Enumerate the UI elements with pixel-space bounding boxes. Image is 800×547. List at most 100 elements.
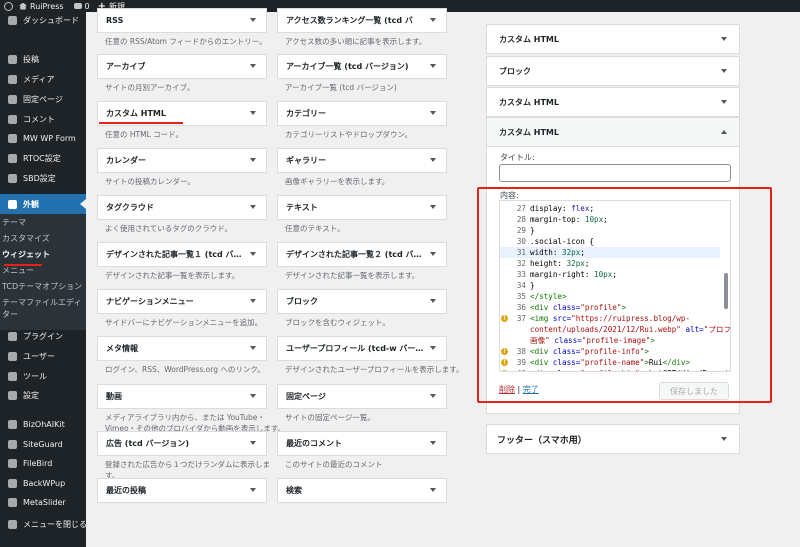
sidebar-item[interactable]: ユーザー (0, 346, 86, 366)
sidebar-item[interactable]: コメント (0, 109, 86, 129)
sidebar-item[interactable]: SiteGuard (0, 434, 86, 454)
sidebar-item[interactable]: BizOhAIKit (0, 414, 86, 434)
chevron-down-icon[interactable] (430, 18, 436, 22)
sidebar-widget-item[interactable]: ブロック (486, 56, 740, 86)
widget-title: メタ情報 (106, 344, 138, 353)
widget-item[interactable]: 最近のコメント (277, 431, 447, 456)
widget-description: アクセス数の多い順に記事を表示します。 (285, 37, 427, 46)
sidebar-item[interactable]: 固定ページ (0, 89, 86, 109)
chevron-down-icon[interactable] (250, 252, 256, 256)
sidebar-item[interactable]: 設定 (0, 385, 86, 405)
chevron-down-icon[interactable] (250, 299, 256, 303)
sidebar-item[interactable]: メニューを閉じる (0, 514, 87, 534)
backup-icon (8, 478, 17, 488)
submenu-item[interactable]: TCDテーマオプション (2, 280, 82, 294)
widget-item[interactable]: カテゴリー (277, 101, 447, 126)
done-link[interactable]: 完了 (523, 385, 539, 394)
delete-link[interactable]: 削除 (499, 385, 515, 394)
chevron-down-icon[interactable] (430, 64, 436, 68)
widget-item[interactable]: ナビゲーションメニュー (97, 289, 267, 314)
chevron-down-icon[interactable] (250, 158, 256, 162)
code-token: <div (530, 303, 553, 312)
chevron-down-icon[interactable] (430, 346, 436, 350)
widget-item[interactable]: アーカイブ一覧 (tcd バージョン) (277, 54, 447, 79)
submenu-item[interactable]: カスタマイズ (2, 232, 50, 246)
sidebar-item[interactable]: FileBird (0, 453, 86, 473)
sidebar-item[interactable]: 投稿 (0, 49, 86, 69)
brush-icon (8, 199, 17, 209)
code-editor[interactable]: 27 display: flex; 28 margin-top: 10px; 29 … (499, 200, 731, 372)
submenu-item[interactable]: メニュー (2, 264, 34, 278)
chevron-down-icon[interactable] (721, 37, 727, 41)
submenu-item[interactable]: ウィジェット (2, 248, 50, 262)
widget-item[interactable]: 広告 (tcd バージョン) (97, 431, 267, 456)
chevron-down-icon[interactable] (430, 488, 436, 492)
widget-title: 最近の投稿 (106, 486, 146, 495)
sidebar-item[interactable]: MetaSlider (0, 492, 86, 512)
chevron-down-icon[interactable] (721, 437, 727, 441)
sidebar-item[interactable]: RTOC設定 (0, 148, 86, 168)
code-token: class= (552, 358, 581, 367)
widget-item[interactable]: テキスト (277, 195, 447, 220)
widget-item[interactable]: タグクラウド (97, 195, 267, 220)
chevron-down-icon[interactable] (250, 394, 256, 398)
chevron-down-icon[interactable] (430, 111, 436, 115)
chevron-down-icon[interactable] (250, 205, 256, 209)
title-input[interactable] (499, 164, 731, 182)
admin-sidebar: テーマ カスタマイズ ウィジェット メニュー TCDテーマオプション テーマファイルエディ… (0, 10, 87, 547)
widget-item[interactable]: 最近の投稿 (97, 478, 267, 503)
chevron-down-icon[interactable] (250, 346, 256, 350)
sidebar-item[interactable]: ダッシュボード (0, 10, 86, 30)
chevron-down-icon[interactable] (430, 205, 436, 209)
sidebar-widget-item[interactable]: カスタム HTML (486, 117, 740, 147)
chevron-down-icon[interactable] (430, 441, 436, 445)
widget-item[interactable]: ユーザープロフィール (tcd-w バー… (277, 336, 447, 361)
editor-scrollbar[interactable] (724, 273, 728, 309)
sidebar-item[interactable]: プラグイン (0, 326, 86, 346)
sidebar-widget-item[interactable]: カスタム HTML (486, 87, 740, 117)
submenu-item[interactable]: テーマ (2, 216, 26, 230)
chevron-down-icon[interactable] (250, 441, 256, 445)
footer-smartphone-area[interactable]: フッター（スマホ用） (486, 424, 740, 454)
chevron-down-icon[interactable] (430, 394, 436, 398)
chevron-down-icon[interactable] (250, 18, 256, 22)
sidebar-item[interactable]: SBD設定 (0, 168, 86, 188)
chevron-down-icon[interactable] (250, 111, 256, 115)
sidebar-widget-item[interactable]: カスタム HTML (486, 24, 740, 54)
widget-title: デザインされた記事一覧２ (tcd バ… (286, 250, 422, 259)
sidebar-item-label: プラグイン (23, 331, 63, 341)
chevron-down-icon[interactable] (721, 100, 727, 104)
sidebar-item-label: メニューを閉じる (23, 519, 87, 529)
widget-item[interactable]: 検索 (277, 478, 447, 503)
chevron-down-icon[interactable] (430, 252, 436, 256)
widget-item[interactable]: アクセス数ランキング一覧 (tcd バ (277, 8, 447, 33)
sidebar-item[interactable]: BackWPup (0, 473, 86, 493)
widget-item[interactable]: RSS (97, 8, 267, 33)
chevron-up-icon[interactable] (721, 130, 727, 134)
code-token: } (530, 281, 535, 290)
chevron-down-icon[interactable] (250, 488, 256, 492)
code-text: content/uploads/2021/12/Rui.webp" alt="プ… (530, 324, 730, 335)
widget-item[interactable]: 動画 (97, 384, 267, 409)
code-token: <div (530, 358, 553, 367)
chevron-down-icon[interactable] (430, 158, 436, 162)
chevron-down-icon[interactable] (250, 64, 256, 68)
save-button[interactable]: 保存しました (659, 382, 729, 400)
media-icon (8, 74, 17, 84)
chevron-down-icon[interactable] (430, 299, 436, 303)
widget-item[interactable]: ギャラリー (277, 148, 447, 173)
chevron-down-icon[interactable] (721, 69, 727, 73)
widget-item[interactable]: ブロック (277, 289, 447, 314)
widget-item[interactable]: デザインされた記事一覧２ (tcd バ… (277, 242, 447, 267)
widget-item[interactable]: カレンダー (97, 148, 267, 173)
sidebar-item[interactable]: メディア (0, 69, 86, 89)
widget-item[interactable]: デザインされた記事一覧１ (tcd バ… (97, 242, 267, 267)
sidebar-item[interactable]: MW WP Form (0, 128, 86, 148)
widget-item[interactable]: 固定ページ (277, 384, 447, 409)
widget-item[interactable]: メタ情報 (97, 336, 267, 361)
sidebar-item[interactable]: ツール (0, 366, 86, 386)
sidebar-item[interactable]: 外観 (0, 194, 86, 214)
widget-item[interactable]: アーカイブ (97, 54, 267, 79)
annotation-underline (4, 264, 42, 266)
code-token: flex (571, 204, 590, 213)
